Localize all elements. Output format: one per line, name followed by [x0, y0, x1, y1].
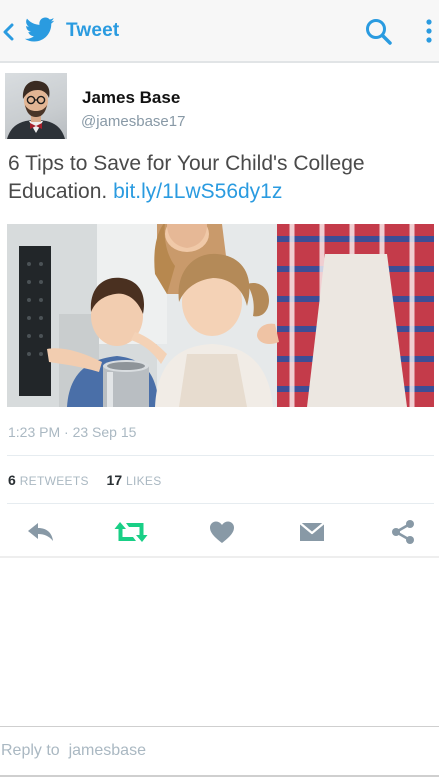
likes-stat[interactable]: 17 LIKES — [107, 472, 162, 488]
heart-icon — [210, 521, 234, 543]
direct-message-icon — [299, 522, 325, 541]
retweets-count: 6 — [8, 472, 16, 488]
tweet-stats: 6 RETWEETS 17 LIKES — [8, 472, 162, 488]
divider — [0, 775, 439, 777]
page-title: Tweet — [66, 20, 120, 41]
more-vertical-icon — [426, 19, 432, 43]
more-options-button[interactable] — [414, 16, 439, 48]
divider — [7, 455, 434, 456]
twitter-bird-icon — [25, 17, 55, 42]
divider — [0, 556, 439, 558]
retweet-icon — [114, 522, 148, 542]
author-name[interactable]: James Base — [82, 88, 180, 108]
direct-message-button[interactable] — [297, 518, 327, 546]
retweets-label: RETWEETS — [19, 474, 89, 488]
avatar[interactable] — [5, 73, 67, 139]
tweet-text: 6 Tips to Save for Your Child's College … — [8, 150, 433, 206]
chevron-left-icon — [3, 23, 14, 41]
tweet-photo[interactable] — [7, 224, 434, 407]
reply-icon — [28, 523, 53, 541]
author-handle[interactable]: @jamesbase17 — [81, 113, 185, 130]
like-button[interactable] — [207, 518, 237, 546]
retweet-button[interactable] — [114, 518, 148, 546]
tweet-timestamp[interactable]: 1:23 PM · 23 Sep 15 — [8, 424, 136, 440]
search-icon — [366, 19, 392, 45]
reply-button[interactable] — [26, 518, 56, 546]
search-button[interactable] — [363, 16, 395, 48]
top-bar: Tweet — [0, 0, 439, 63]
reply-input[interactable] — [0, 727, 439, 775]
divider — [7, 503, 434, 504]
likes-count: 17 — [106, 472, 123, 488]
share-button[interactable] — [388, 518, 418, 546]
likes-label: LIKES — [126, 474, 162, 488]
share-icon — [392, 520, 414, 544]
tweet-link[interactable]: bit.ly/1LwS56dy1z — [113, 180, 282, 203]
back-button[interactable] — [0, 14, 64, 50]
retweets-stat[interactable]: 6 RETWEETS — [8, 472, 93, 488]
action-bar — [0, 508, 439, 556]
